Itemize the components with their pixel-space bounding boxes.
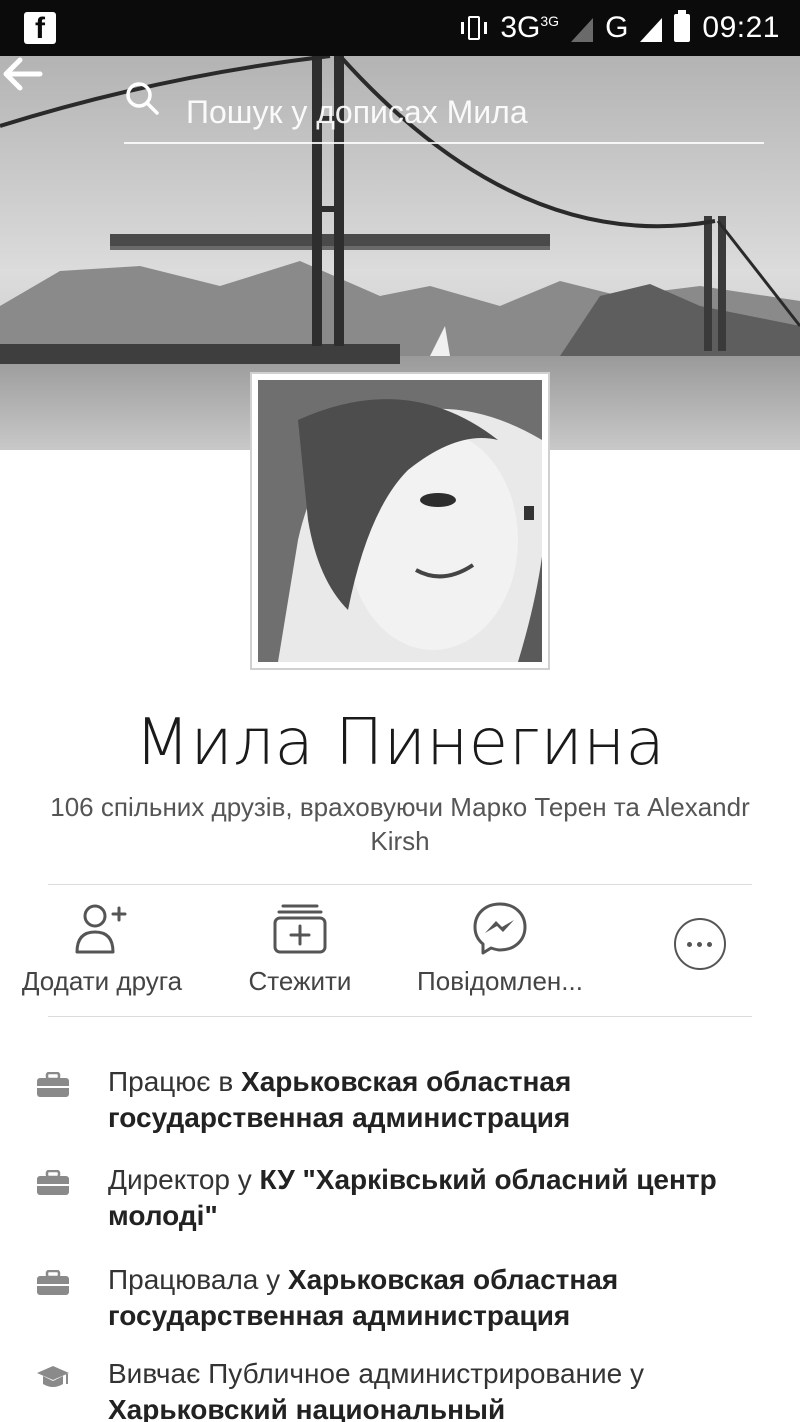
profile-photo-image xyxy=(258,380,542,662)
more-dot xyxy=(697,942,702,947)
signal-icon-2 xyxy=(640,18,663,42)
more-dot xyxy=(687,942,692,947)
back-arrow-icon[interactable] xyxy=(0,56,44,92)
battery-icon xyxy=(674,10,691,42)
mutual-friends-text[interactable]: 106 спільних друзів, враховуючи Марко Те… xyxy=(40,790,760,858)
clock: 09:21 xyxy=(702,11,780,44)
add-friend-icon xyxy=(75,904,127,954)
divider xyxy=(48,1016,752,1017)
network-type: 3G 3G xyxy=(500,11,559,45)
search-icon xyxy=(126,82,159,115)
message-label: Повідомлен... xyxy=(417,966,583,996)
follow-label: Стежити xyxy=(248,966,352,996)
profile-name: Мила Пинегина xyxy=(134,706,666,780)
info-prefix: Працює в xyxy=(108,1066,242,1097)
info-prefix: Директор у xyxy=(108,1164,260,1195)
follow-icon xyxy=(273,904,327,954)
signal-icon xyxy=(571,18,594,42)
network-label-2: G xyxy=(605,11,629,44)
search-input[interactable] xyxy=(186,88,746,136)
more-options-button[interactable] xyxy=(674,918,726,970)
search-bar[interactable] xyxy=(124,80,764,144)
network-label: 3G xyxy=(500,11,541,44)
message-button[interactable]: Повідомлен... xyxy=(404,896,596,997)
briefcase-icon xyxy=(37,1270,69,1295)
network-sup-label: 3G xyxy=(540,13,560,29)
briefcase-icon xyxy=(37,1072,69,1097)
profile-actions: Додати друга Стежити Повідомлен... xyxy=(0,896,800,1008)
info-link[interactable]: Харьковский национальный xyxy=(108,1394,505,1422)
graduation-cap-icon xyxy=(37,1366,69,1387)
info-prefix: Працювала у xyxy=(108,1264,288,1295)
briefcase-icon xyxy=(37,1170,69,1195)
follow-button[interactable]: Стежити xyxy=(222,896,378,997)
vibrate-icon xyxy=(460,13,488,43)
more-dot xyxy=(707,942,712,947)
status-bar: f 3G 3G G 09:21 xyxy=(0,0,800,56)
add-friend-button[interactable]: Додати друга xyxy=(14,896,190,997)
facebook-notification-icon: f xyxy=(24,12,56,45)
add-friend-label: Додати друга xyxy=(21,966,183,996)
divider xyxy=(48,884,752,885)
profile-picture[interactable] xyxy=(250,372,550,670)
info-prefix: Вивчає Публичное администрирование у xyxy=(108,1358,645,1389)
messenger-icon xyxy=(473,902,527,955)
